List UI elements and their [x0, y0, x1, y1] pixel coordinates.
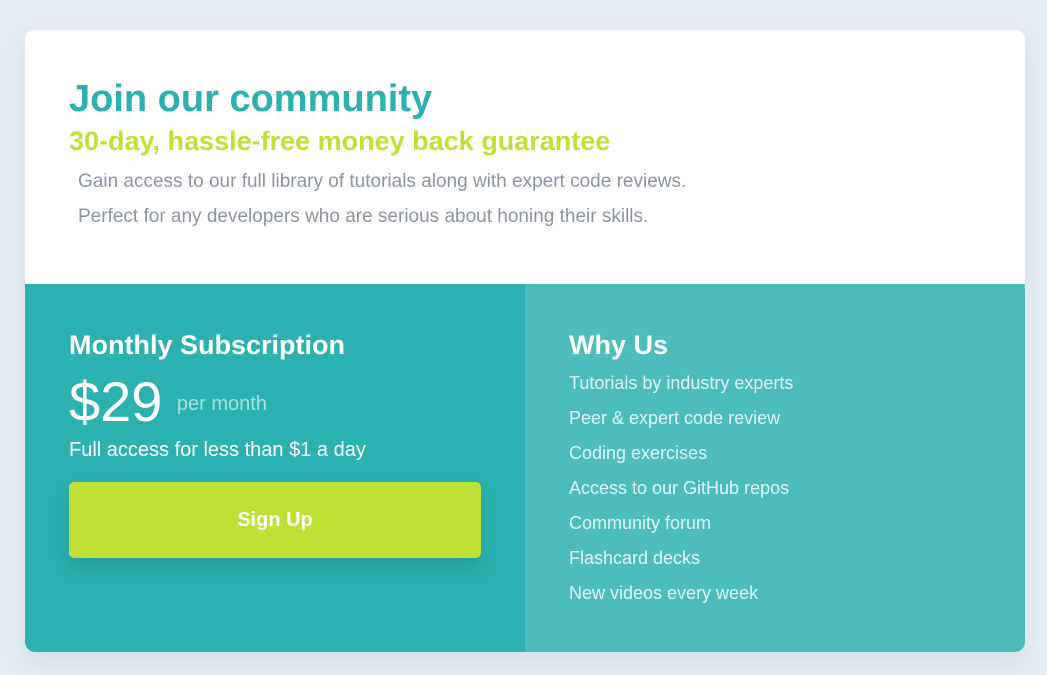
- list-item: New videos every week: [569, 583, 759, 603]
- list-item: Coding exercises: [569, 443, 708, 463]
- list-item: Flashcard decks: [569, 548, 701, 568]
- why-us-list: Tutorials by industry experts Peer & exp…: [569, 366, 793, 611]
- price-row: $29 per month: [69, 372, 267, 432]
- list-item: Access to our GitHub repos: [569, 478, 790, 498]
- page-title: Join our community: [69, 78, 433, 120]
- list-item: Community forum: [569, 513, 712, 533]
- list-item: Peer & expert code review: [569, 408, 781, 428]
- price-value: $29: [69, 370, 163, 433]
- why-us-panel: Why Us Tutorials by industry experts Pee…: [525, 284, 1025, 652]
- intro-section: Join our community 30-day, hassle-free m…: [25, 30, 1025, 284]
- description-line-2: Perfect for any developers who are serio…: [78, 206, 649, 227]
- pricing-card: Join our community 30-day, hassle-free m…: [25, 30, 1025, 652]
- list-item: Tutorials by industry experts: [569, 373, 794, 393]
- subscription-panel: Monthly Subscription $29 per month Full …: [25, 284, 525, 652]
- why-us-heading: Why Us: [569, 330, 669, 360]
- subscription-heading: Monthly Subscription: [69, 330, 345, 360]
- sign-up-button[interactable]: Sign Up: [69, 482, 481, 558]
- description-line-1: Gain access to our full library of tutor…: [78, 171, 687, 192]
- price-note: Full access for less than $1 a day: [69, 439, 366, 461]
- price-period: per month: [176, 392, 267, 415]
- guarantee-subtitle: 30-day, hassle-free money back guarantee: [69, 126, 611, 156]
